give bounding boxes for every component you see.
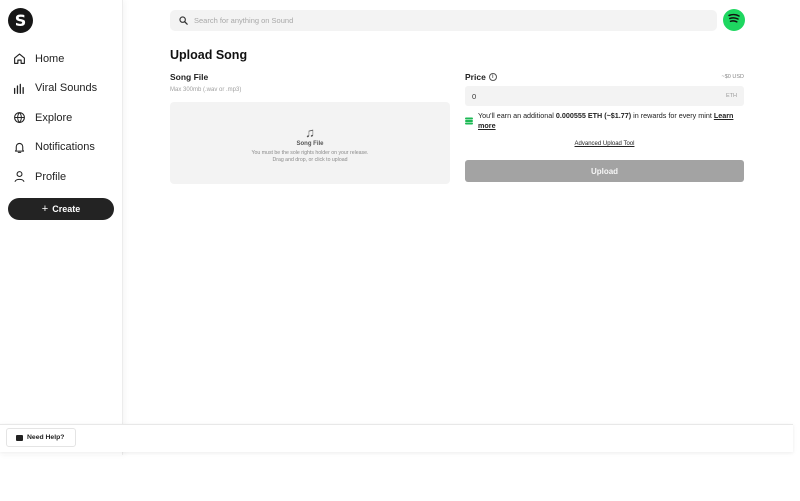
price-field-wrapper: ETH bbox=[465, 86, 744, 106]
create-button[interactable]: + Create bbox=[8, 198, 114, 220]
dropzone-instructions: You must be the sole rights holder on yo… bbox=[252, 150, 369, 165]
price-input[interactable] bbox=[472, 91, 726, 101]
create-button-label: Create bbox=[52, 204, 81, 214]
spotify-icon bbox=[727, 11, 741, 29]
dropzone-title: Song File bbox=[296, 140, 324, 147]
rewards-prefix: You'll earn an additional bbox=[478, 111, 556, 120]
chart-bars-icon bbox=[12, 81, 26, 95]
price-label-text: Price bbox=[465, 72, 486, 82]
coins-icon bbox=[465, 112, 473, 125]
sidebar-item-profile[interactable]: Profile bbox=[12, 162, 97, 192]
dropzone-line-2: Drag and drop, or click to upload bbox=[272, 157, 348, 163]
footer-bar bbox=[0, 424, 793, 452]
page-title: Upload Song bbox=[170, 48, 248, 62]
song-file-dropzone[interactable]: ♫ Song File You must be the sole rights … bbox=[170, 102, 450, 184]
info-icon[interactable]: i bbox=[488, 73, 497, 81]
dropzone-line-1: You must be the sole rights holder on yo… bbox=[251, 149, 369, 156]
plus-icon: + bbox=[41, 203, 49, 215]
song-file-hint: Max 300mb (.wav or .mp3) bbox=[170, 87, 242, 93]
sidebar-item-label: Explore bbox=[35, 111, 73, 124]
song-file-label: Song File bbox=[170, 72, 209, 82]
rewards-text: You'll earn an additional 0.000555 ETH (… bbox=[478, 111, 735, 130]
globe-icon bbox=[12, 111, 26, 125]
sidebar-item-notifications[interactable]: Notifications bbox=[12, 133, 97, 163]
sidebar-item-label: Notifications bbox=[35, 141, 95, 154]
sidebar-nav: Home Viral Sounds Explore Notifications … bbox=[12, 44, 97, 192]
sidebar-item-explore[interactable]: Explore bbox=[12, 103, 97, 133]
search-bar bbox=[170, 10, 717, 31]
sidebar: S Home Viral Sounds Explore Notification… bbox=[0, 0, 123, 455]
advanced-upload-link[interactable]: Advanced Upload Tool bbox=[465, 141, 744, 147]
sidebar-item-home[interactable]: Home bbox=[12, 44, 97, 74]
home-icon bbox=[12, 52, 26, 66]
chat-icon bbox=[16, 434, 23, 441]
search-icon bbox=[179, 12, 188, 30]
need-help-button[interactable]: Need Help? bbox=[6, 428, 76, 447]
usd-approx: ~$0 USD bbox=[721, 74, 744, 80]
spotify-connect-button[interactable] bbox=[723, 9, 745, 31]
sidebar-item-label: Home bbox=[35, 52, 65, 65]
need-help-label: Need Help? bbox=[27, 434, 65, 441]
sidebar-item-label: Viral Sounds bbox=[35, 82, 98, 95]
upload-button[interactable]: Upload bbox=[465, 160, 744, 182]
rewards-suffix: in rewards for every mint bbox=[631, 111, 714, 120]
rewards-amount: 0.000555 ETH (~$1.77) bbox=[555, 111, 632, 120]
price-label: Price i bbox=[465, 72, 497, 82]
bell-icon bbox=[12, 140, 26, 154]
user-icon bbox=[12, 170, 26, 184]
price-unit: ETH bbox=[726, 93, 737, 99]
music-note-icon: ♫ bbox=[305, 124, 315, 140]
sound-logo[interactable]: S bbox=[8, 8, 33, 33]
search-input[interactable] bbox=[194, 16, 694, 25]
rewards-notice: You'll earn an additional 0.000555 ETH (… bbox=[465, 111, 735, 130]
sidebar-item-label: Profile bbox=[35, 170, 67, 183]
sidebar-item-viral-sounds[interactable]: Viral Sounds bbox=[12, 74, 97, 104]
